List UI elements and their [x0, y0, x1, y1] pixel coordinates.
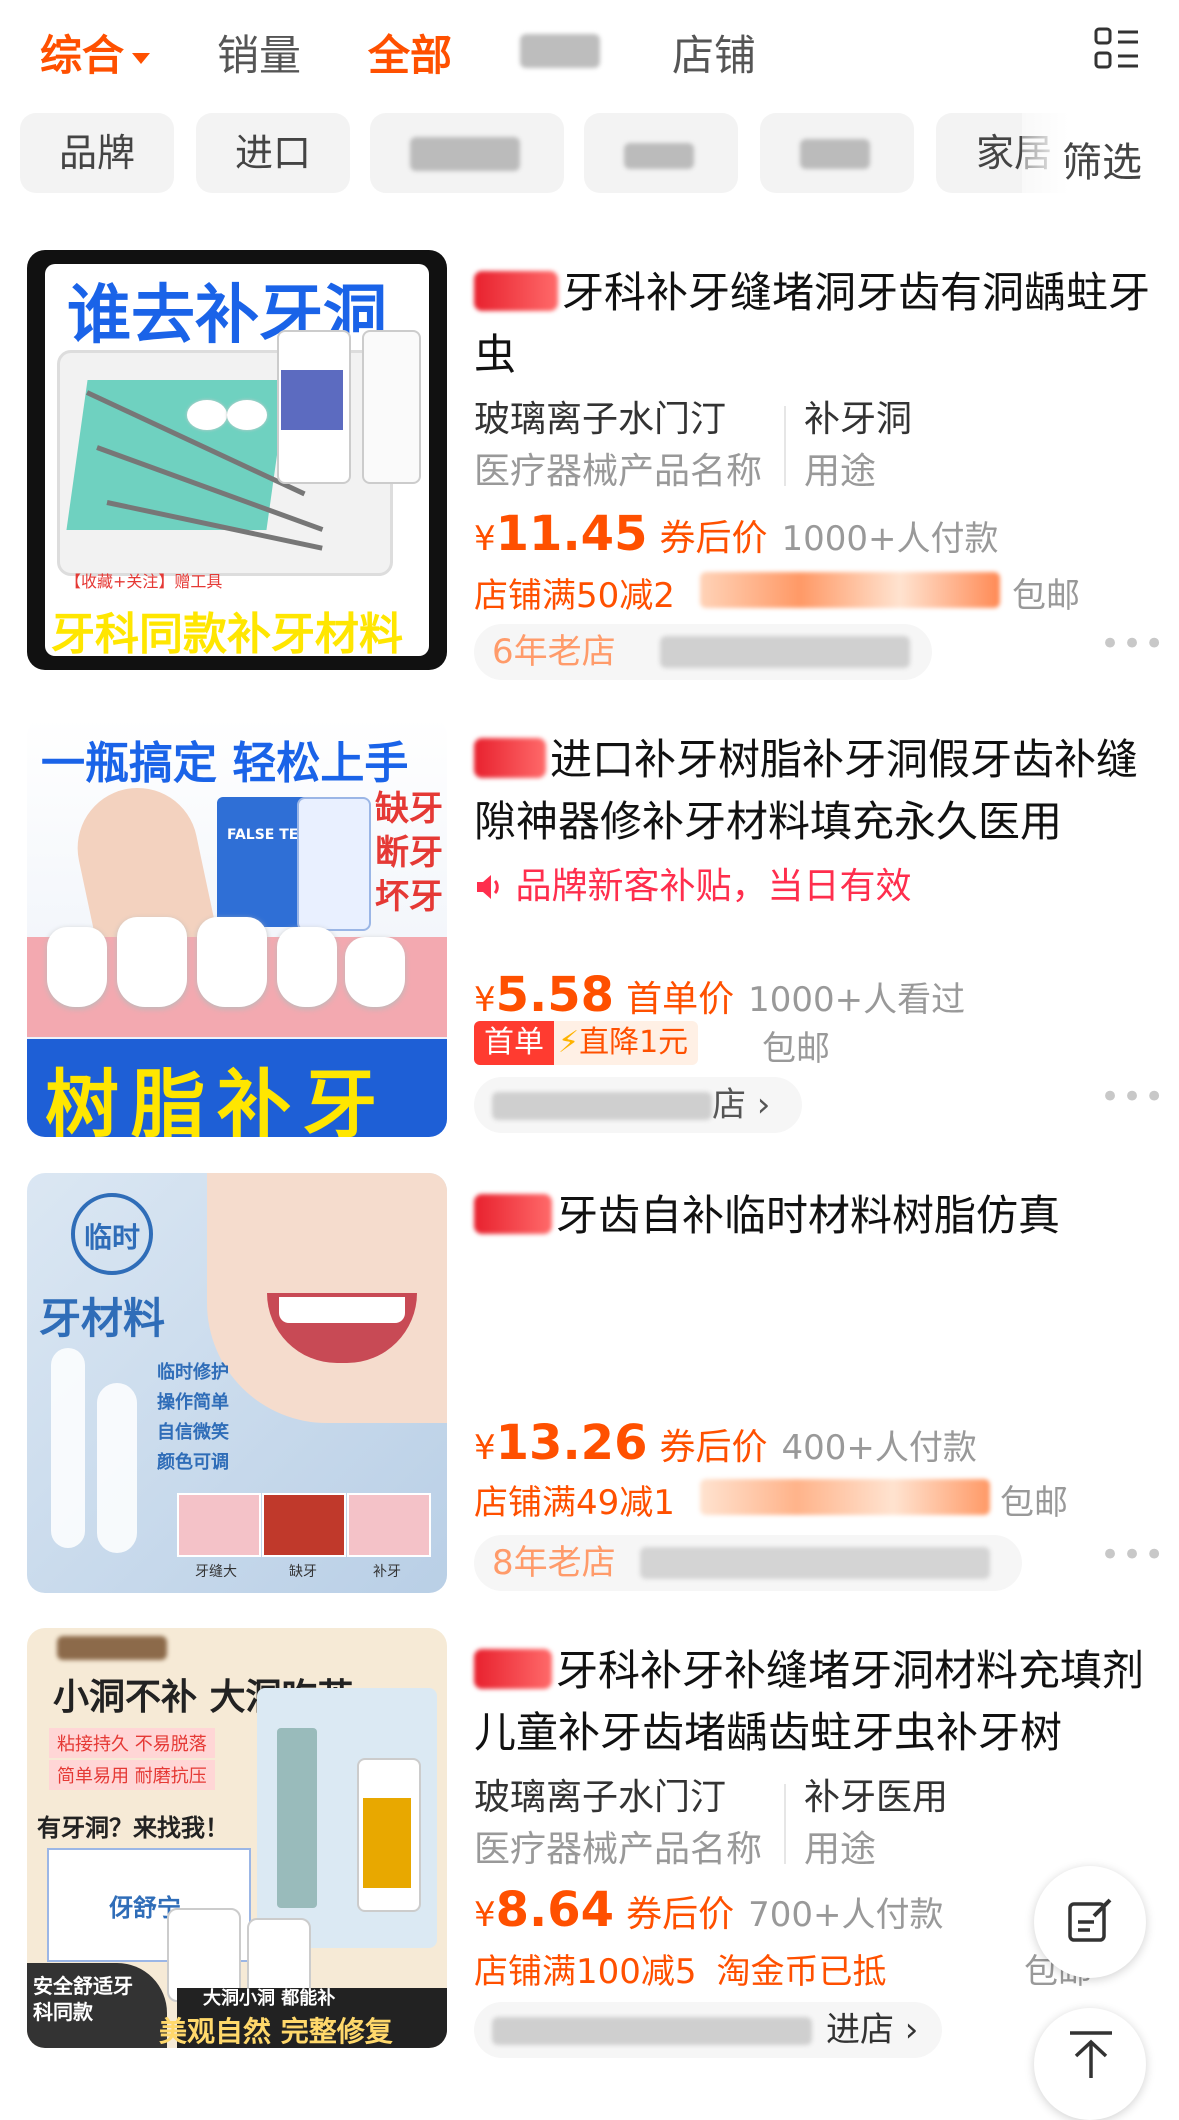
store-link[interactable]: 店 › — [474, 1077, 802, 1133]
price-line: ¥8.64 券后价 700+人付款 — [474, 1882, 944, 1938]
attr-key: 医疗器械产品名称 — [474, 1829, 763, 1870]
filter-button[interactable]: 筛选 — [1062, 130, 1142, 188]
shop-tag — [474, 1649, 552, 1689]
price-label: 首单价 — [626, 979, 735, 1020]
chip-blurred-3[interactable] — [760, 113, 914, 193]
product-image[interactable]: 一瓶搞定 轻松上手 FALSE TEETH 缺牙 断牙 坏牙 树脂补牙 — [27, 717, 447, 1137]
chip-blurred-1[interactable] — [370, 113, 564, 193]
chevron-right-icon: › — [746, 1085, 771, 1125]
product-image[interactable]: 小洞不补 大洞吃苦 粘接持久 不易脱落 简单易用 耐磨抗压 有牙洞？来找我！ 伢… — [27, 1628, 447, 2048]
promo-text: 店铺满50减2 — [474, 576, 675, 616]
first-order-badge: 首单 ⚡直降1元 — [474, 1021, 699, 1065]
view-count: 1000+人看过 — [748, 980, 966, 1020]
shop-tag — [474, 1194, 552, 1234]
price-label: 券后价 — [659, 518, 768, 559]
price: 5.58 — [495, 967, 615, 1023]
product-card[interactable]: 谁去补牙洞 【收藏+关注】赠工具 牙科同款补牙材料 牙科补牙缝堵洞牙齿有洞龋蛀牙… — [0, 250, 1179, 690]
product-card[interactable]: 一瓶搞定 轻松上手 FALSE TEETH 缺牙 断牙 坏牙 树脂补牙 进口补牙树脂… — [0, 717, 1179, 1157]
product-title[interactable]: 牙科补牙缝堵洞牙齿有洞龋蛀牙虫 — [474, 262, 1154, 386]
product-title[interactable]: 牙齿自补临时材料树脂仿真 — [474, 1185, 1154, 1247]
product-title[interactable]: 牙科补牙补缝堵牙洞材料充填剂儿童补牙齿堵龋齿蛀牙虫补牙树 — [474, 1640, 1154, 1764]
layout-toggle-icon[interactable] — [1094, 26, 1140, 72]
price-label: 券后价 — [659, 1427, 768, 1468]
price-line: ¥5.58 首单价 1000+人看过 — [474, 967, 966, 1023]
attr-value: 补牙洞 — [804, 399, 913, 440]
sort-all[interactable]: 全部 — [368, 22, 452, 83]
chip-brand[interactable]: 品牌 — [20, 113, 174, 193]
attr-key: 用途 — [804, 451, 877, 492]
shop-tag — [474, 738, 546, 778]
sort-bar: 综合 销量 全部 店铺 — [0, 0, 1179, 100]
promo-text: 店铺满100减5 淘金币已抵 — [474, 1952, 887, 1992]
chevron-down-icon — [132, 53, 151, 64]
feedback-button[interactable] — [1034, 1866, 1146, 1978]
product-image[interactable]: 谁去补牙洞 【收藏+关注】赠工具 牙科同款补牙材料 — [27, 250, 447, 670]
shipping-label: 包邮 — [762, 1029, 830, 1069]
chip-blurred-2[interactable] — [584, 113, 738, 193]
sold-count: 1000+人付款 — [781, 519, 999, 559]
product-card[interactable]: 小洞不补 大洞吃苦 粘接持久 不易脱落 简单易用 耐磨抗压 有牙洞？来找我！ 伢… — [0, 1628, 1179, 2068]
more-options-icon[interactable]: ••• — [1100, 1535, 1166, 1575]
price-line: ¥11.45 券后价 1000+人付款 — [474, 506, 999, 562]
product-image[interactable]: 临时 牙材料 临时修护 操作简单 自信微笑 颜色可调 牙缝大 缺牙 补牙 — [27, 1173, 447, 1593]
shipping-label: 包邮 — [1000, 1483, 1068, 1523]
sort-blurred-item[interactable] — [520, 34, 600, 68]
attr-value: 玻璃离子水门汀 — [474, 1777, 727, 1818]
product-card[interactable]: 临时 牙材料 临时修护 操作简单 自信微笑 颜色可调 牙缝大 缺牙 补牙 牙齿自补临时… — [0, 1173, 1179, 1613]
arrow-up-icon — [1068, 2030, 1114, 2084]
subsidy-text: 品牌新客补贴，当日有效 — [474, 857, 911, 909]
more-options-icon[interactable]: ••• — [1100, 624, 1166, 664]
sold-count: 700+人付款 — [748, 1895, 944, 1935]
price-line: ¥13.26 券后价 400+人付款 — [474, 1415, 977, 1471]
promo-text: 店铺满49减1 — [474, 1483, 675, 1523]
shop-tag — [474, 271, 558, 311]
attr-value: 玻璃离子水门汀 — [474, 399, 727, 440]
sort-comprehensive[interactable]: 综合 — [40, 22, 151, 83]
more-options-icon[interactable]: ••• — [1100, 1077, 1166, 1117]
sort-store[interactable]: 店铺 — [672, 22, 756, 83]
store-link[interactable]: 进店 › — [474, 2002, 942, 2058]
lightning-icon: ⚡ — [558, 1025, 580, 1060]
sold-count: 400+人付款 — [781, 1428, 977, 1468]
shipping-label: 包邮 — [1012, 576, 1080, 616]
chip-import[interactable]: 进口 — [196, 113, 350, 193]
price-label: 券后价 — [626, 1894, 735, 1935]
sort-sales[interactable]: 销量 — [217, 22, 301, 83]
product-title[interactable]: 进口补牙树脂补牙洞假牙齿补缝隙神器修补牙材料填充永久医用 — [474, 729, 1154, 853]
attr-key: 医疗器械产品名称 — [474, 451, 763, 492]
chevron-right-icon: › — [894, 2010, 919, 2050]
price: 13.26 — [495, 1415, 648, 1471]
attr-value: 补牙医用 — [804, 1777, 949, 1818]
edit-icon — [1066, 1896, 1116, 1950]
back-to-top-button[interactable] — [1034, 2008, 1146, 2120]
attr-key: 用途 — [804, 1829, 877, 1870]
speaker-icon — [474, 866, 515, 907]
price: 11.45 — [495, 506, 648, 562]
price: 8.64 — [495, 1882, 615, 1938]
